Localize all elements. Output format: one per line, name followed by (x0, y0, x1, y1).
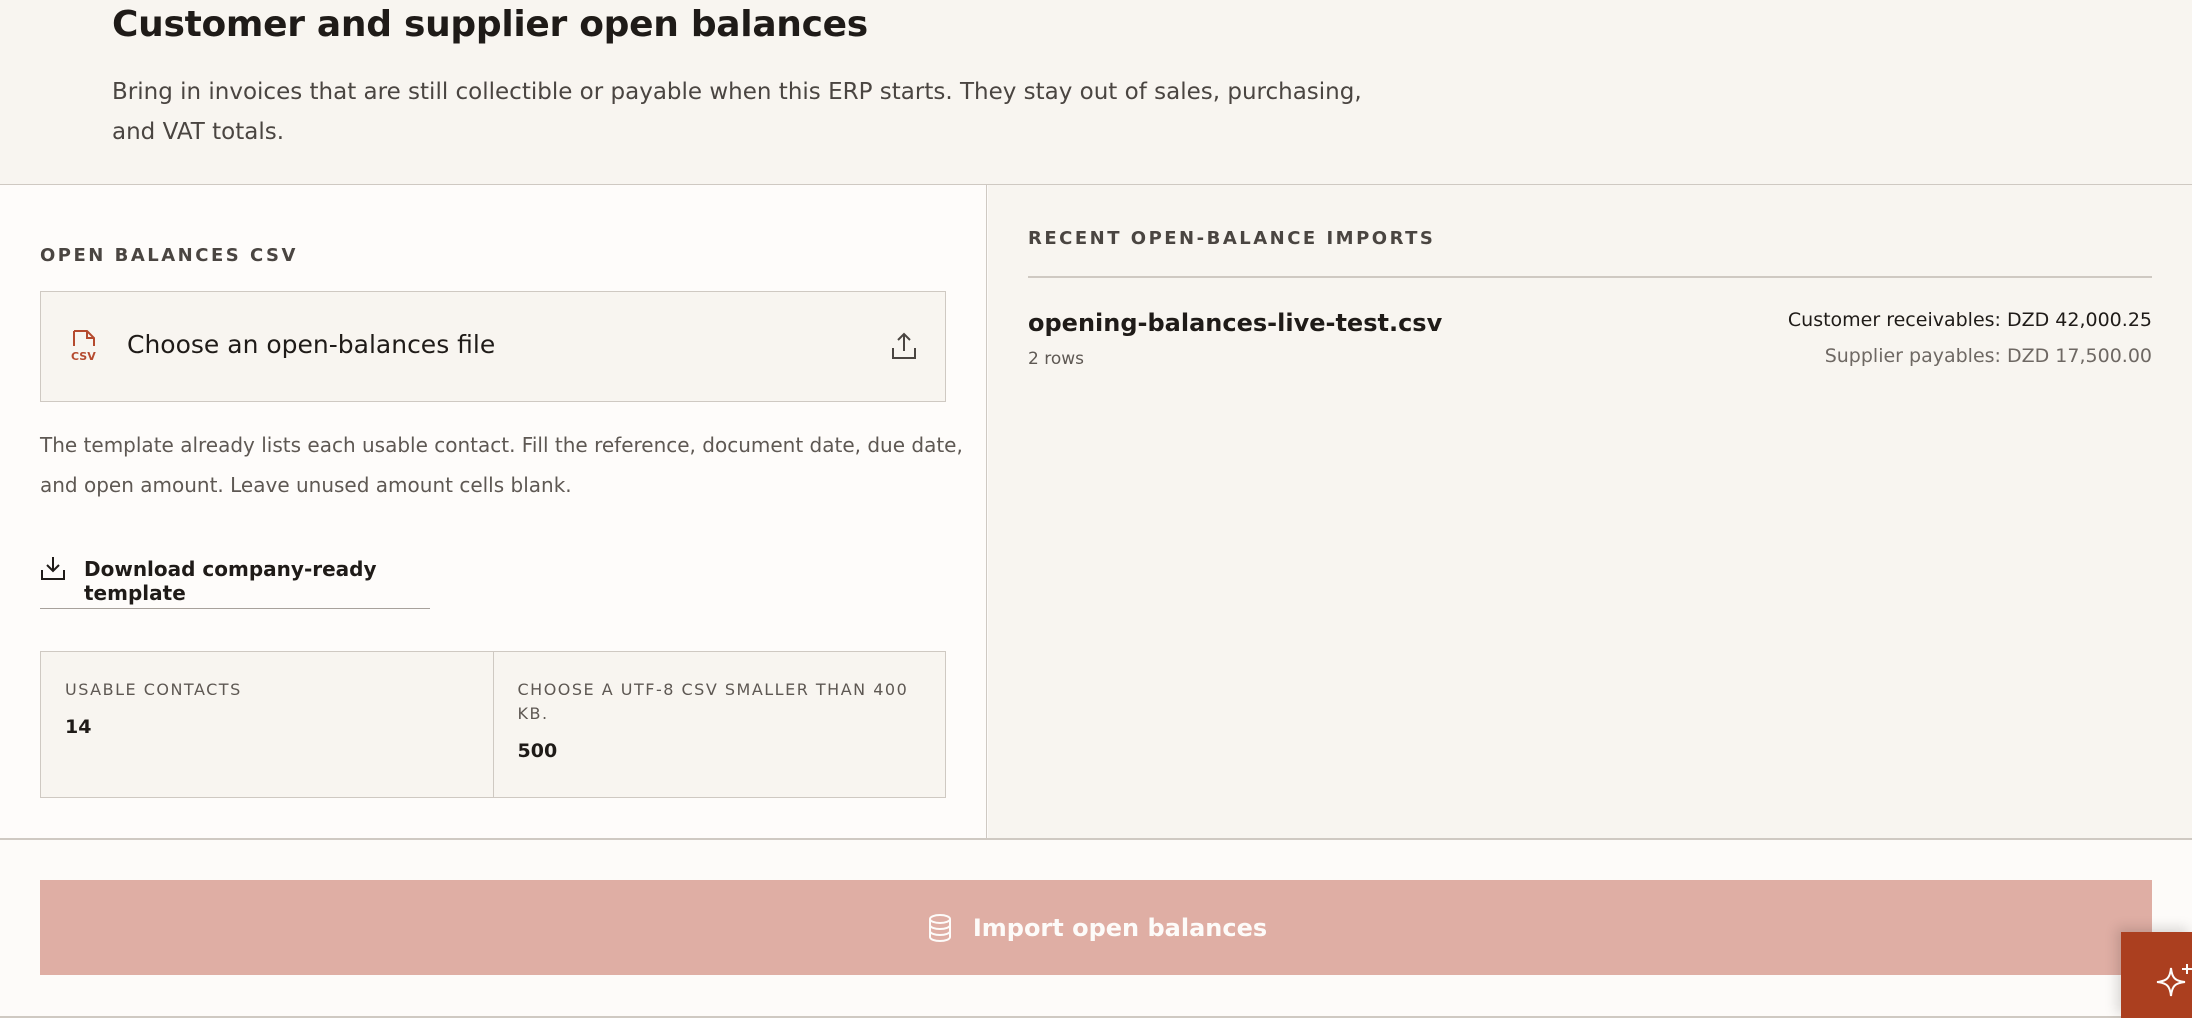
csv-file-icon: CSV (71, 330, 96, 363)
upload-stats: USABLE CONTACTS 14 CHOOSE A UTF-8 CSV SM… (40, 651, 946, 798)
import-row-count: 2 rows (1028, 349, 1084, 369)
import-open-balances-button[interactable]: Import open balances (40, 880, 2152, 975)
import-receivables: Customer receivables: DZD 42,000.25 (1787, 309, 2152, 331)
stat-usable-contacts: USABLE CONTACTS 14 (41, 652, 493, 797)
database-icon (928, 913, 951, 942)
recent-imports-panel: RECENT OPEN-BALANCE IMPORTS opening-bala… (988, 185, 2192, 839)
stat-value: 500 (517, 740, 558, 762)
stat-value: 14 (65, 716, 92, 738)
import-payables: Supplier payables: DZD 17,500.00 (1824, 345, 2152, 367)
download-icon (41, 557, 65, 580)
page-title: Customer and supplier open balances (112, 4, 868, 45)
download-template-link[interactable]: Download company-ready template (40, 549, 430, 609)
stat-label: USABLE CONTACTS (65, 680, 242, 699)
upload-section-label: OPEN BALANCES CSV (40, 245, 298, 266)
upload-help-text: The template already lists each usable c… (40, 433, 963, 497)
stat-label: CHOOSE A UTF-8 CSV SMALLER THAN 400 KB. (517, 680, 909, 723)
svg-text:CSV: CSV (71, 350, 96, 363)
recent-section-label: RECENT OPEN-BALANCE IMPORTS (1028, 228, 1436, 249)
import-file-name: opening-balances-live-test.csv (1028, 309, 1443, 337)
page-description: Bring in invoices that are still collect… (112, 79, 1362, 145)
file-picker[interactable]: CSV Choose an open-balances file (40, 291, 946, 402)
divider (0, 838, 2192, 840)
page-header: Customer and supplier open balances Brin… (0, 0, 2192, 185)
file-picker-label: Choose an open-balances file (127, 330, 496, 359)
stat-file-limit: CHOOSE A UTF-8 CSV SMALLER THAN 400 KB. … (492, 652, 946, 797)
download-template-label: Download company-ready template (84, 557, 377, 605)
upload-icon (892, 332, 916, 359)
import-button-label: Import open balances (972, 913, 1268, 942)
sparkle-icon (2156, 964, 2192, 997)
divider (1028, 276, 2152, 278)
upload-panel: OPEN BALANCES CSV CSV Choose an open-bal… (0, 185, 987, 839)
assistant-button[interactable] (2121, 932, 2192, 1018)
